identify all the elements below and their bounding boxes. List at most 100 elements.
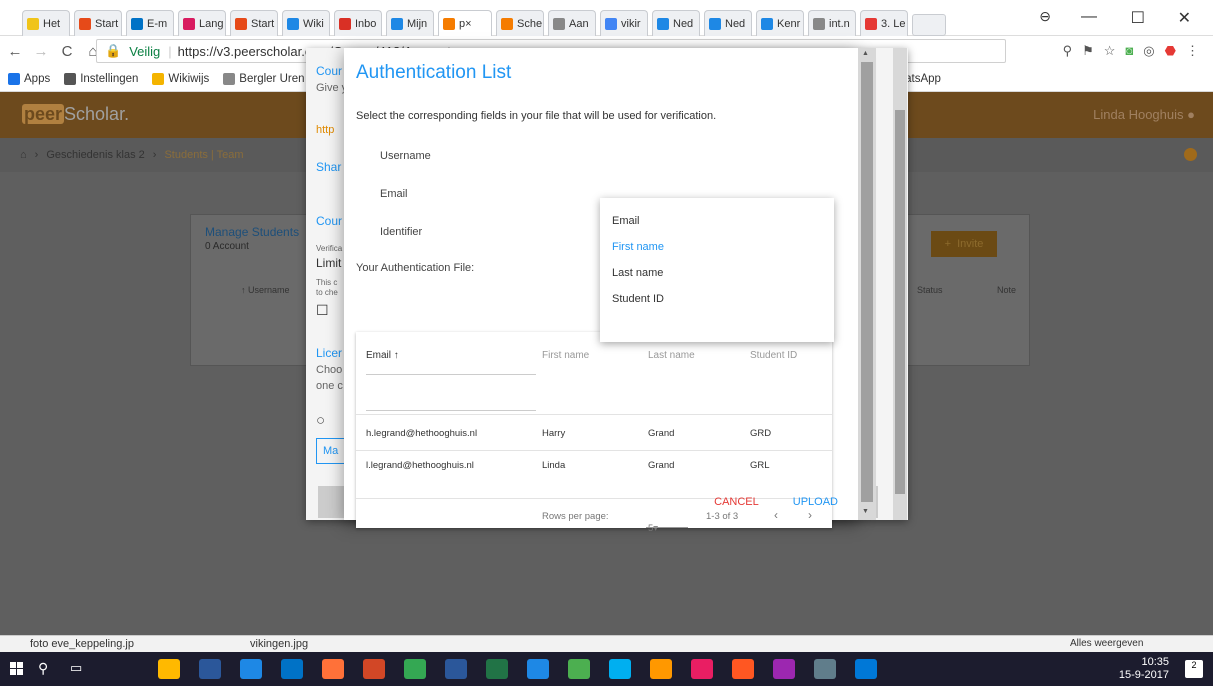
pin-icon[interactable]: ⚑ <box>1082 43 1094 59</box>
help-icon[interactable] <box>1184 148 1197 161</box>
scroll-up-arrow-icon[interactable]: ▲ <box>862 50 869 57</box>
taskbar-app-icon[interactable] <box>732 659 754 679</box>
taskbar-app-icon[interactable] <box>445 659 467 679</box>
peerscholar-logo[interactable]: peer Scholar. <box>22 104 129 125</box>
profile-icon[interactable]: ⊖ <box>1039 8 1051 25</box>
taskbar-app-icon[interactable] <box>527 659 549 679</box>
taskbar-app-icon[interactable] <box>322 659 344 679</box>
browser-tab[interactable]: Mijn <box>386 10 434 36</box>
clock[interactable]: 10:35 15-9-2017 <box>1119 656 1169 682</box>
next-page-button[interactable]: › <box>808 508 812 522</box>
browser-tab[interactable]: E-m <box>126 10 174 36</box>
cancel-button[interactable]: CANCEL <box>714 496 759 508</box>
browser-tab[interactable]: Het <box>22 10 70 36</box>
table-row[interactable]: l.legrand@hethooghuis.nl Linda Grand GRL <box>356 450 832 486</box>
option-first-name[interactable]: First name <box>600 234 834 260</box>
taskbar-app-icon[interactable] <box>691 659 713 679</box>
browser-tab[interactable]: Wiki <box>282 10 330 36</box>
taskbar-app-icon[interactable] <box>281 659 303 679</box>
reload-button[interactable]: C <box>56 43 78 60</box>
table-row[interactable]: h.legrand@hethooghuis.nl Harry Grand GRD <box>356 414 832 450</box>
close-window-button[interactable]: ✕ <box>1178 8 1191 28</box>
forward-button[interactable]: → <box>30 43 52 60</box>
filter-input[interactable] <box>366 410 536 411</box>
header-email[interactable]: Email ↑ <box>366 350 399 361</box>
browser-tab[interactable]: Inbo <box>334 10 382 36</box>
new-tab-button[interactable] <box>912 14 946 36</box>
extension-check-icon[interactable]: ◙ <box>1125 43 1133 59</box>
close-tab-icon[interactable]: × <box>465 18 471 30</box>
download-item[interactable]: vikingen.jpg <box>250 638 308 650</box>
browser-tab[interactable]: Start <box>230 10 278 36</box>
browser-tab[interactable]: p × <box>438 10 492 36</box>
prev-page-button[interactable]: ‹ <box>774 508 778 522</box>
field-mapping-dropdown[interactable]: Email First name Last name Student ID <box>600 198 834 342</box>
field-username[interactable]: Username <box>380 150 431 162</box>
header-first-name[interactable]: First name <box>542 350 589 361</box>
dialog-scrollbar[interactable]: ▲ ▼ <box>858 48 876 520</box>
search-icon[interactable]: ⚲ <box>38 660 48 677</box>
upload-button[interactable]: UPLOAD <box>793 496 838 508</box>
minimize-button[interactable]: — <box>1081 8 1097 26</box>
home-icon[interactable]: ⌂ <box>20 149 27 161</box>
bookmark-item[interactable]: Instellingen <box>64 72 138 85</box>
bookmark-star-icon[interactable]: ☆ <box>1104 43 1116 59</box>
browser-tab[interactable]: Lang <box>178 10 226 36</box>
browser-tab[interactable]: Kenr <box>756 10 804 36</box>
panel-checkbox[interactable]: ☐ <box>316 302 329 319</box>
header-last-name[interactable]: Last name <box>648 350 695 361</box>
taskbar-app-icon[interactable] <box>773 659 795 679</box>
download-item[interactable]: foto eve_keppeling.jp <box>30 638 134 650</box>
user-menu[interactable]: Linda Hooghuis ● <box>1093 107 1195 122</box>
taskbar-app-icon[interactable] <box>404 659 426 679</box>
panel-scrollbar[interactable] <box>893 48 907 520</box>
header-student-id[interactable]: Student ID <box>750 350 797 361</box>
browser-tab[interactable]: Start <box>74 10 122 36</box>
taskbar-app-icon[interactable] <box>568 659 590 679</box>
back-button[interactable]: ← <box>4 43 26 60</box>
invite-button[interactable]: + Invite <box>931 231 997 257</box>
maximize-button[interactable]: ☐ <box>1131 8 1145 28</box>
adblock-icon[interactable]: ⬣ <box>1165 43 1176 59</box>
menu-icon[interactable]: ⋮ <box>1186 43 1199 59</box>
breadcrumb-course[interactable]: Geschiedenis klas 2 <box>46 149 144 161</box>
taskbar-app-icon[interactable] <box>855 659 877 679</box>
field-identifier[interactable]: Identifier <box>380 226 422 238</box>
browser-tab[interactable]: Sche <box>496 10 544 36</box>
panel-radio[interactable]: ○ <box>316 412 325 429</box>
bookmark-item[interactable]: Apps <box>8 72 50 85</box>
column-note[interactable]: Note <box>997 285 1016 295</box>
panel-verification-select[interactable]: Limit <box>316 256 341 270</box>
task-view-icon[interactable]: ▭ <box>70 660 82 676</box>
option-student-id[interactable]: Student ID <box>600 286 834 312</box>
taskbar-app-icon[interactable] <box>199 659 221 679</box>
taskbar-app-icon[interactable] <box>240 659 262 679</box>
taskbar-app-icon[interactable] <box>609 659 631 679</box>
extension-circle-icon[interactable]: ◎ <box>1143 43 1154 59</box>
rows-per-page-select[interactable]: 5 ▾ <box>648 511 658 534</box>
show-all-downloads[interactable]: Alles weergeven <box>1070 638 1143 649</box>
panel-share[interactable]: Shar <box>316 160 341 174</box>
taskbar-app-icon[interactable] <box>363 659 385 679</box>
browser-tab[interactable]: Ned <box>652 10 700 36</box>
browser-tab[interactable]: Aan <box>548 10 596 36</box>
taskbar-app-icon[interactable] <box>814 659 836 679</box>
browser-tab[interactable]: int.n <box>808 10 856 36</box>
option-email[interactable]: Email <box>600 208 834 234</box>
dialog-scrollbar-thumb[interactable] <box>861 62 873 502</box>
field-email[interactable]: Email <box>380 188 408 200</box>
column-username[interactable]: ↑ Username <box>241 285 290 295</box>
option-last-name[interactable]: Last name <box>600 260 834 286</box>
windows-start-icon[interactable] <box>10 662 24 676</box>
panel-scrollbar-thumb[interactable] <box>895 110 905 494</box>
bookmark-item[interactable]: Wikiwijs <box>152 72 209 85</box>
taskbar-app-icon[interactable] <box>158 659 180 679</box>
zoom-icon[interactable]: ⚲ <box>1063 43 1073 59</box>
scroll-down-arrow-icon[interactable]: ▼ <box>862 508 869 515</box>
notification-center-icon[interactable]: 2 <box>1185 660 1203 678</box>
taskbar-app-icon[interactable] <box>650 659 672 679</box>
browser-tab[interactable]: 3. Le <box>860 10 908 36</box>
panel-link[interactable]: http <box>316 124 334 136</box>
browser-tab[interactable]: vikir <box>600 10 648 36</box>
column-status[interactable]: Status <box>917 285 943 295</box>
